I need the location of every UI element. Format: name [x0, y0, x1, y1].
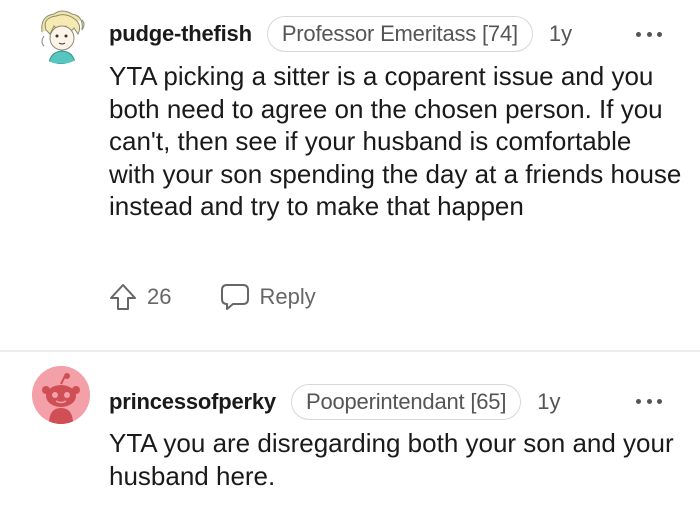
comment: pudge-thefish Professor Emeritass [74] 1… — [0, 0, 700, 352]
comment-body: YTA you are disregarding both your son a… — [109, 428, 674, 491]
upvote-arrow-icon — [110, 284, 136, 310]
comment-age: 1y — [548, 21, 573, 46]
vote-score: 26 — [147, 284, 172, 309]
comment-header: princessofperky Pooperintendant [65] 1y — [109, 382, 561, 422]
reply-button[interactable]: Reply — [219, 282, 316, 312]
user-avatar[interactable] — [32, 366, 90, 424]
user-avatar[interactable] — [32, 6, 90, 64]
cartoon-avatar-icon — [32, 6, 90, 64]
user-flair: Professor Emeritass [74] — [266, 16, 533, 52]
comment-age: 1y — [537, 389, 561, 414]
speech-bubble-icon — [221, 284, 250, 310]
upvote-button[interactable]: 26 — [108, 282, 171, 312]
comment-actions: 26 Reply — [108, 280, 316, 314]
username-link[interactable]: princessofperky — [109, 389, 276, 415]
comment-body: YTA picking a sitter is a coparent issue… — [109, 61, 682, 221]
more-options-icon[interactable] — [636, 29, 662, 39]
comment: princessofperky Pooperintendant [65] 1y … — [0, 350, 700, 508]
username-link[interactable]: pudge-thefish — [109, 21, 252, 47]
default-snoo-avatar-icon — [32, 366, 90, 424]
reply-label: Reply — [259, 284, 316, 309]
more-options-icon[interactable] — [636, 396, 662, 406]
user-flair: Pooperintendant [65] — [290, 384, 522, 420]
comment-header: pudge-thefish Professor Emeritass [74] 1… — [109, 14, 572, 54]
